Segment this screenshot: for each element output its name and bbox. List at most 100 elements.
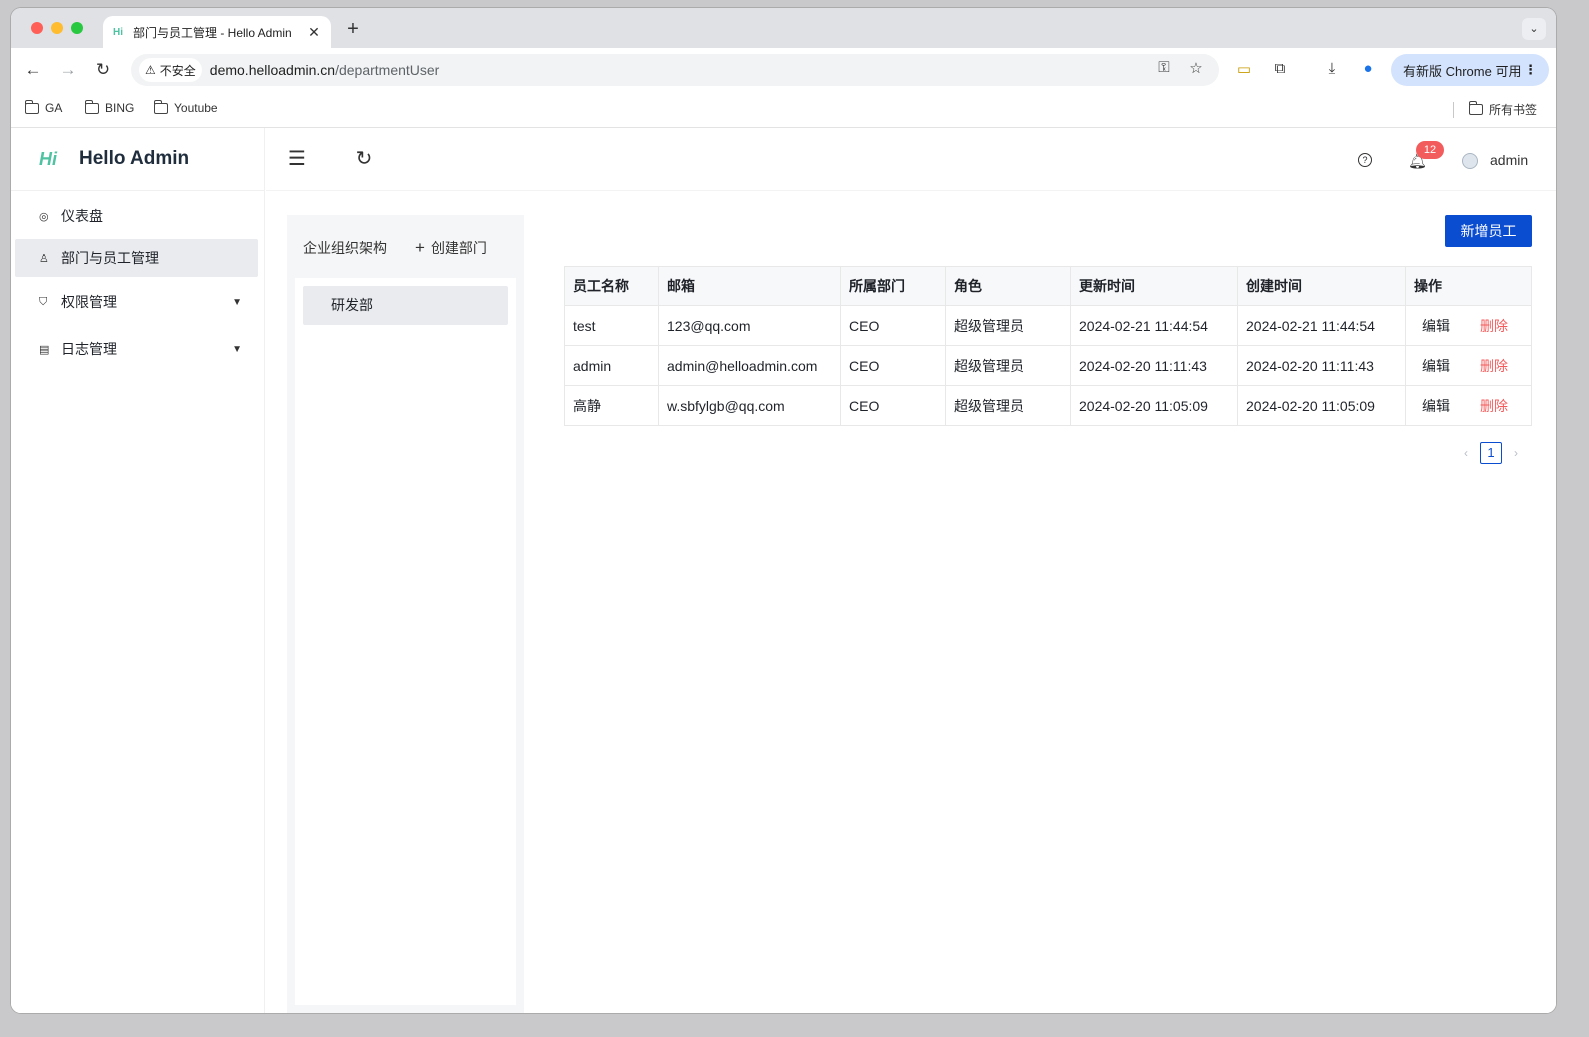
- avatar[interactable]: [1462, 153, 1478, 169]
- create-department-button[interactable]: + 创建部门: [415, 238, 487, 258]
- edit-button[interactable]: 编辑: [1414, 358, 1450, 374]
- app-logo[interactable]: Hi Hello Admin: [11, 128, 264, 191]
- sidebar-item-dashboard[interactable]: ◎ 仪表盘: [15, 197, 258, 235]
- bookmark-bing[interactable]: BING: [84, 99, 135, 115]
- delete-button[interactable]: 删除: [1480, 398, 1508, 414]
- url-path: /departmentUser: [335, 62, 440, 78]
- logo-mark-icon: Hi: [39, 148, 57, 169]
- profile-icon[interactable]: ●: [1357, 60, 1379, 77]
- forward-icon[interactable]: →: [56, 58, 80, 82]
- column-header: 创建时间: [1237, 266, 1406, 306]
- refresh-icon[interactable]: ↻: [352, 146, 376, 171]
- cell-dept: CEO: [840, 305, 946, 346]
- table-header-row: 员工名称 邮箱 所属部门 角色 更新时间 创建时间 操作: [564, 266, 1532, 306]
- employee-table: 员工名称 邮箱 所属部门 角色 更新时间 创建时间 操作 test 123@qq…: [564, 266, 1532, 426]
- user-icon: ♙: [39, 252, 49, 265]
- chrome-update-button[interactable]: 有新版 Chrome 可用 ⋮: [1391, 54, 1549, 86]
- url-host: demo.helloadmin.cn: [209, 62, 336, 78]
- cell-created: 2024-02-20 11:11:43: [1237, 345, 1406, 386]
- password-key-icon[interactable]: ⚿: [1153, 59, 1175, 76]
- bookmark-youtube[interactable]: Youtube: [153, 99, 218, 115]
- bookmark-label: GA: [45, 101, 63, 115]
- new-tab-button[interactable]: +: [343, 18, 363, 41]
- sidebar-item-label: 日志管理: [61, 341, 117, 357]
- folder-icon: [153, 99, 168, 114]
- bookmark-star-icon[interactable]: ☆: [1185, 59, 1207, 77]
- delete-button[interactable]: 删除: [1480, 318, 1508, 334]
- column-header: 员工名称: [564, 266, 659, 306]
- bookmark-label: BING: [105, 101, 135, 115]
- address-bar[interactable]: ⚠ 不安全 demo.helloadmin.cn/departmentUser …: [131, 54, 1219, 86]
- cell-updated: 2024-02-20 11:05:09: [1070, 385, 1238, 426]
- reload-icon[interactable]: ↻: [91, 58, 115, 82]
- main-content: 企业组织架构 + 创建部门 研发部 新增员工 员工名称 邮箱 所属部门 角色 更…: [266, 192, 1556, 1013]
- table-row: test 123@qq.com CEO 超级管理员 2024-02-21 11:…: [564, 305, 1532, 346]
- cell-actions: 编辑 删除: [1405, 305, 1532, 346]
- folder-icon: [24, 99, 39, 114]
- tab-strip: Hi 部门与员工管理 - Hello Admin ✕ + ⌄: [11, 8, 1556, 48]
- browser-tab[interactable]: Hi 部门与员工管理 - Hello Admin ✕: [103, 16, 331, 48]
- insecure-badge[interactable]: ⚠ 不安全: [139, 58, 202, 82]
- prev-page-icon[interactable]: ‹: [1464, 446, 1468, 460]
- cell-role: 超级管理员: [945, 305, 1071, 346]
- column-header: 角色: [945, 266, 1071, 306]
- log-icon: ▤: [39, 343, 50, 356]
- tree-node-department[interactable]: 研发部: [303, 286, 508, 325]
- cell-created: 2024-02-20 11:05:09: [1237, 385, 1406, 426]
- delete-button[interactable]: 删除: [1480, 358, 1508, 374]
- cell-email: 123@qq.com: [658, 305, 841, 346]
- cell-role: 超级管理员: [945, 385, 1071, 426]
- sidebar-item-department-user[interactable]: ♙ 部门与员工管理: [15, 239, 258, 277]
- back-icon[interactable]: ←: [21, 58, 45, 82]
- column-header: 更新时间: [1070, 266, 1238, 306]
- cell-actions: 编辑 删除: [1405, 345, 1532, 386]
- url-text: demo.helloadmin.cn/departmentUser: [210, 62, 440, 78]
- sidebar: Hi Hello Admin ◎ 仪表盘 ♙ 部门与员工管理 ⛉ 权限管理 ▼ …: [11, 128, 265, 1013]
- table-row: admin admin@helloadmin.com CEO 超级管理员 202…: [564, 345, 1532, 386]
- edit-button[interactable]: 编辑: [1414, 398, 1450, 414]
- cell-actions: 编辑 删除: [1405, 385, 1532, 426]
- tab-search-button[interactable]: ⌄: [1522, 18, 1546, 40]
- warning-icon: ⚠: [145, 63, 156, 77]
- next-page-icon[interactable]: ›: [1514, 446, 1518, 460]
- download-icon[interactable]: ⤓: [1321, 60, 1343, 77]
- bookmark-label: Youtube: [174, 101, 218, 115]
- all-bookmarks-button[interactable]: 所有书签: [1468, 101, 1538, 118]
- column-header: 操作: [1405, 266, 1532, 306]
- bookmarks-divider: [1453, 102, 1454, 118]
- all-bookmarks-label: 所有书签: [1489, 103, 1538, 117]
- app-name: Hello Admin: [79, 148, 190, 169]
- cell-name: test: [564, 305, 659, 346]
- close-window-button[interactable]: [31, 22, 43, 34]
- edit-button[interactable]: 编辑: [1414, 318, 1450, 334]
- username[interactable]: admin: [1490, 152, 1528, 168]
- more-menu-icon[interactable]: ⋮: [1524, 62, 1537, 78]
- org-title: 企业组织架构: [303, 240, 387, 256]
- collapse-menu-icon[interactable]: ☰: [285, 146, 309, 171]
- minimize-window-button[interactable]: [51, 22, 63, 34]
- bookmark-ga[interactable]: GA: [24, 99, 63, 115]
- folder-icon: [1468, 101, 1483, 115]
- cell-email: admin@helloadmin.com: [658, 345, 841, 386]
- sidebar-item-logs[interactable]: ▤ 日志管理 ▼: [15, 330, 258, 368]
- page-number-current[interactable]: 1: [1480, 442, 1502, 464]
- pagination: ‹ 1 ›: [1464, 442, 1518, 464]
- chevron-down-icon: ▼: [232, 296, 242, 308]
- plus-icon: +: [415, 238, 425, 257]
- column-header: 所属部门: [840, 266, 946, 306]
- tab-close-icon[interactable]: ✕: [307, 24, 321, 41]
- help-icon[interactable]: ?: [1358, 153, 1372, 167]
- add-employee-button[interactable]: 新增员工: [1445, 215, 1532, 247]
- department-tree: 研发部: [295, 278, 516, 1005]
- extensions-icon[interactable]: ⧉: [1269, 60, 1291, 77]
- cell-dept: CEO: [840, 345, 946, 386]
- maximize-window-button[interactable]: [71, 22, 83, 34]
- folder-icon: [84, 99, 99, 114]
- tab-title: 部门与员工管理 - Hello Admin: [133, 25, 292, 40]
- cast-icon[interactable]: ▭: [1233, 60, 1255, 78]
- update-label: 有新版 Chrome 可用: [1403, 63, 1522, 79]
- chevron-down-icon: ▼: [232, 343, 242, 355]
- cell-updated: 2024-02-20 11:11:43: [1070, 345, 1238, 386]
- create-department-label: 创建部门: [430, 240, 487, 256]
- sidebar-item-permissions[interactable]: ⛉ 权限管理 ▼: [15, 283, 258, 321]
